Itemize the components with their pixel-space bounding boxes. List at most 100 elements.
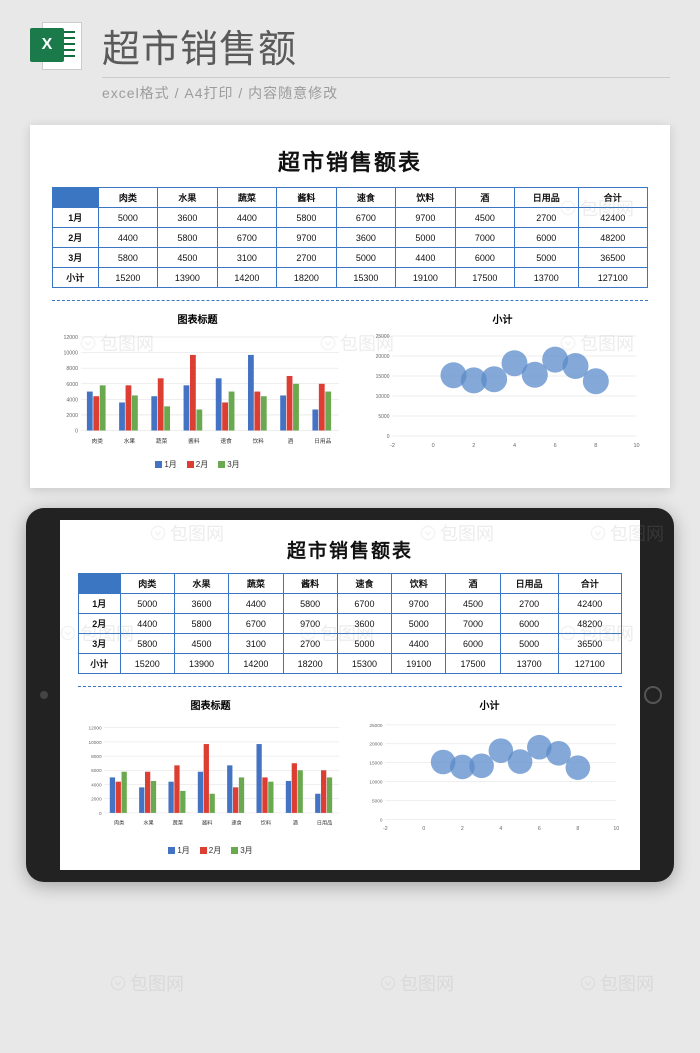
svg-text:0: 0 (387, 434, 390, 440)
svg-text:4: 4 (499, 826, 502, 832)
page-title: 超市销售额 (102, 18, 670, 73)
svg-text:2: 2 (472, 443, 475, 449)
spreadsheet-preview: 超市销售额表肉类水果蔬菜酱料速食饮料酒日用品合计1月50003600440058… (30, 125, 670, 488)
table-cell: 3600 (158, 208, 218, 228)
table-cell: 127100 (578, 268, 647, 288)
table-cell: 5000 (396, 228, 456, 248)
svg-text:20000: 20000 (376, 354, 390, 360)
table-cell: 5000 (120, 594, 174, 614)
table-cell: 3600 (174, 594, 228, 614)
chart-title: 小计 (357, 311, 648, 326)
table-cell: 5000 (336, 248, 396, 268)
svg-text:8000: 8000 (66, 366, 78, 372)
svg-text:6: 6 (554, 443, 557, 449)
column-header: 肉类 (120, 574, 174, 594)
table-cell: 6700 (336, 208, 396, 228)
chart-title: 图表标题 (52, 311, 343, 326)
excel-icon: X (30, 18, 86, 74)
svg-text:4000: 4000 (91, 782, 102, 788)
table-cell: 6700 (337, 594, 391, 614)
column-header: 酒 (455, 188, 515, 208)
svg-text:10: 10 (613, 826, 619, 832)
svg-text:20000: 20000 (369, 742, 382, 748)
svg-text:饮料: 饮料 (253, 437, 265, 445)
bubble-chart: 小计0500010000150002000025000-20246810 (357, 311, 648, 470)
svg-text:-2: -2 (390, 443, 395, 449)
row-header: 3月 (53, 248, 99, 268)
charts-row: 图表标题020004000600080001000012000肉类水果蔬菜酱料速… (52, 311, 648, 470)
column-header: 日用品 (500, 574, 558, 594)
table-cell: 4400 (396, 248, 456, 268)
table-cell: 18200 (283, 654, 337, 674)
table-cell: 4400 (98, 228, 158, 248)
watermark: 包图网 (380, 970, 454, 996)
svg-text:肉类: 肉类 (114, 818, 124, 826)
svg-text:2000: 2000 (91, 797, 102, 803)
table-cell: 15300 (337, 654, 391, 674)
table-row: 2月4400580067009700360050007000600048200 (53, 228, 648, 248)
chart-legend: 1月2月3月 (52, 459, 343, 470)
table-cell: 18200 (277, 268, 337, 288)
table-cell: 3100 (229, 634, 283, 654)
table-cell: 4500 (446, 594, 500, 614)
table-cell: 3600 (336, 228, 396, 248)
column-header: 水果 (174, 574, 228, 594)
svg-text:-2: -2 (383, 826, 388, 832)
row-header: 1月 (79, 594, 121, 614)
svg-text:10000: 10000 (89, 740, 102, 746)
table-cell: 4500 (158, 248, 218, 268)
svg-text:0: 0 (75, 429, 78, 435)
svg-text:8: 8 (576, 826, 579, 832)
table-cell: 19100 (392, 654, 446, 674)
table-cell: 5000 (98, 208, 158, 228)
table-cell: 2700 (277, 248, 337, 268)
svg-text:15000: 15000 (369, 761, 382, 767)
table-cell: 5000 (515, 248, 578, 268)
header-text: 超市销售额 excel格式 / A4打印 / 内容随意修改 (102, 18, 670, 103)
svg-text:0: 0 (422, 826, 425, 832)
watermark: 包图网 (580, 970, 654, 996)
chart-title: 小计 (357, 697, 622, 712)
svg-text:12000: 12000 (64, 335, 79, 341)
row-header: 1月 (53, 208, 99, 228)
charts-row: 图表标题020004000600080001000012000肉类水果蔬菜酱料速… (78, 697, 622, 856)
column-header: 饮料 (392, 574, 446, 594)
table-cell: 15200 (120, 654, 174, 674)
svg-text:6: 6 (538, 826, 541, 832)
row-header: 2月 (53, 228, 99, 248)
sheet-title: 超市销售额表 (78, 536, 622, 563)
svg-text:25000: 25000 (369, 723, 382, 729)
table-cell: 6000 (515, 228, 578, 248)
table-cell: 5800 (158, 228, 218, 248)
table-cell: 4400 (217, 208, 277, 228)
svg-text:10: 10 (633, 443, 639, 449)
table-cell: 14200 (229, 654, 283, 674)
svg-text:0: 0 (380, 817, 383, 823)
dashed-separator (52, 300, 648, 301)
table-cell: 6700 (229, 614, 283, 634)
table-cell: 15200 (98, 268, 158, 288)
chart-title: 图表标题 (78, 697, 343, 712)
table-cell: 5000 (500, 634, 558, 654)
svg-text:0: 0 (99, 811, 102, 817)
table-corner (53, 188, 99, 208)
table-row: 小计15200139001420018200153001910017500137… (53, 268, 648, 288)
row-header: 小计 (79, 654, 121, 674)
row-header: 小计 (53, 268, 99, 288)
column-header: 酱料 (277, 188, 337, 208)
table-row: 1月5000360044005800670097004500270042400 (53, 208, 648, 228)
table-cell: 5800 (120, 634, 174, 654)
table-cell: 13900 (174, 654, 228, 674)
header-bar: X 超市销售额 excel格式 / A4打印 / 内容随意修改 (0, 0, 700, 113)
table-cell: 13900 (158, 268, 218, 288)
table-cell: 4400 (120, 614, 174, 634)
svg-text:10000: 10000 (376, 394, 390, 400)
bubble-chart: 小计0500010000150002000025000-20246810 (357, 697, 622, 856)
sheet-title: 超市销售额表 (52, 145, 648, 177)
column-header: 水果 (158, 188, 218, 208)
table-row: 2月4400580067009700360050007000600048200 (79, 614, 622, 634)
svg-text:蔬菜: 蔬菜 (173, 818, 183, 826)
table-cell: 4400 (392, 634, 446, 654)
row-header: 3月 (79, 634, 121, 654)
column-header: 蔬菜 (229, 574, 283, 594)
